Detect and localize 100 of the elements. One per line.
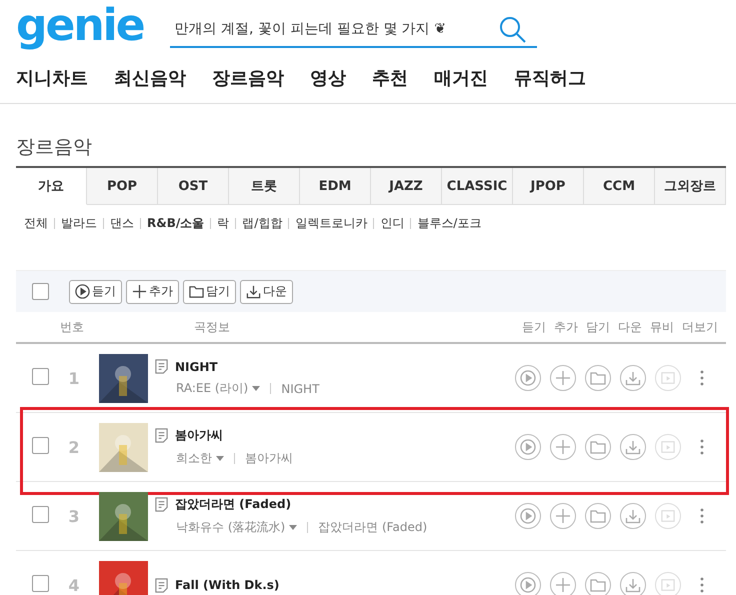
song-title[interactable]: 잡았더라면 (Faded) [175, 496, 292, 513]
download-button[interactable] [620, 572, 646, 595]
subgenre-link[interactable]: 인디 [380, 215, 404, 232]
rank-number: 4 [67, 576, 81, 594]
folder-icon [590, 439, 606, 455]
folder-icon [590, 577, 606, 593]
lyrics-icon[interactable] [154, 578, 169, 592]
caret-icon[interactable] [252, 386, 260, 392]
play-button[interactable] [515, 365, 541, 391]
add-button[interactable] [550, 365, 576, 391]
folder-icon [189, 284, 204, 299]
artist-name[interactable]: RA:EE (라이) [176, 380, 248, 397]
nav-link[interactable]: 지니차트 [16, 66, 88, 103]
more-icon[interactable] [700, 439, 704, 455]
rank-number: 2 [67, 438, 81, 456]
subgenre-link[interactable]: 랩/힙합 [242, 215, 282, 232]
add-button[interactable] [550, 572, 576, 595]
row-checkbox[interactable] [32, 436, 49, 454]
download-button[interactable] [620, 434, 646, 460]
genre-tab[interactable]: JAZZ [371, 168, 442, 205]
more-icon[interactable] [700, 508, 704, 524]
plus-icon [555, 370, 571, 386]
row-checkbox[interactable] [32, 368, 49, 384]
subgenre-link[interactable]: 일렉트로니카 [295, 215, 368, 232]
genre-tab[interactable]: POP [87, 168, 158, 205]
play-button[interactable] [515, 434, 541, 460]
play-icon [75, 284, 90, 299]
play-icon [520, 577, 536, 593]
subgenre-link[interactable]: 락 [217, 215, 230, 232]
play-button[interactable] [515, 503, 541, 529]
search-icon[interactable] [498, 16, 527, 44]
download-icon [625, 577, 641, 593]
album-name[interactable]: NIGHT [281, 382, 320, 396]
album-name[interactable]: 봄아가씨 [245, 450, 293, 467]
caret-icon[interactable] [216, 456, 224, 462]
download-button[interactable] [620, 503, 646, 529]
row-checkbox[interactable] [32, 574, 49, 592]
nav-link[interactable]: 추천 [372, 66, 408, 103]
add-button[interactable] [550, 503, 576, 529]
caret-icon[interactable] [289, 524, 298, 530]
more-icon[interactable] [700, 577, 704, 593]
genre-tab[interactable]: OST [158, 168, 229, 205]
lyrics-icon[interactable] [154, 428, 169, 443]
download-icon [625, 439, 641, 455]
nav-link[interactable]: 장르음악 [212, 66, 284, 103]
play-icon [520, 439, 536, 455]
video-button[interactable] [655, 434, 681, 460]
folder-button[interactable]: 담기 [183, 280, 236, 304]
select-all-checkbox[interactable] [32, 283, 49, 300]
subgenre-link[interactable]: 댄스 [110, 215, 134, 232]
genre-tab[interactable]: CCM [584, 168, 655, 205]
nav-link[interactable]: 매거진 [434, 66, 488, 103]
column-header: 다운 [618, 318, 642, 336]
play-icon [520, 370, 536, 386]
lyrics-icon[interactable] [154, 359, 169, 374]
genre-tab[interactable]: CLASSIC [442, 168, 513, 205]
nav-link[interactable]: 영상 [310, 66, 346, 103]
subgenre-link[interactable]: 블루스/포크 [417, 215, 482, 232]
video-button[interactable] [655, 365, 681, 391]
genre-tab[interactable]: EDM [300, 168, 371, 205]
nav-link[interactable]: 뮤직허그 [514, 66, 586, 103]
subgenre-link[interactable]: 전체 [24, 215, 48, 232]
nav-link[interactable]: 최신음악 [114, 66, 186, 103]
add-button[interactable]: 추가 [126, 280, 179, 304]
video-button[interactable] [655, 503, 681, 529]
genre-tab[interactable]: 트롯 [229, 168, 300, 205]
column-header: 더보기 [682, 318, 718, 336]
download-button[interactable] [620, 365, 646, 391]
folder-icon [590, 508, 606, 524]
download-icon [246, 284, 261, 299]
plus-icon [555, 439, 571, 455]
column-header: 담기 [586, 318, 610, 336]
search-field[interactable]: 만개의 계절, 꽃이 피는데 필요한 몇 가지 ❦ [172, 20, 537, 38]
subgenre-link[interactable]: 발라드 [61, 215, 97, 232]
folder-icon [590, 370, 606, 386]
artist-name[interactable]: 낙화유수 (落花流水) [176, 519, 286, 536]
folder-button[interactable] [585, 572, 611, 595]
genre-tab[interactable]: 그외장르 [655, 168, 726, 205]
folder-button[interactable] [585, 365, 611, 391]
genre-tab[interactable]: JPOP [513, 168, 584, 205]
play-button[interactable]: 듣기 [69, 280, 122, 304]
rank-number: 1 [67, 368, 81, 388]
lyrics-icon[interactable] [154, 497, 169, 512]
artist-name[interactable]: 희소한 [176, 450, 212, 467]
download-icon [625, 508, 641, 524]
more-icon[interactable] [700, 370, 704, 386]
video-button[interactable] [655, 572, 681, 595]
song-title[interactable]: 봄아가씨 [175, 427, 223, 444]
play-icon [520, 508, 536, 524]
play-button[interactable] [515, 572, 541, 595]
folder-button[interactable] [585, 434, 611, 460]
folder-button[interactable] [585, 503, 611, 529]
row-checkbox[interactable] [32, 506, 49, 522]
add-button[interactable] [550, 434, 576, 460]
album-name[interactable]: 잡았더라면 (Faded) [318, 519, 428, 536]
subgenre-link[interactable]: R&B/소울 [147, 215, 204, 232]
song-title[interactable]: NIGHT [175, 360, 218, 374]
download-button[interactable]: 다운 [240, 280, 293, 304]
song-title[interactable]: Fall (With Dk.s) [175, 578, 280, 592]
column-header: 듣기 [522, 318, 546, 336]
